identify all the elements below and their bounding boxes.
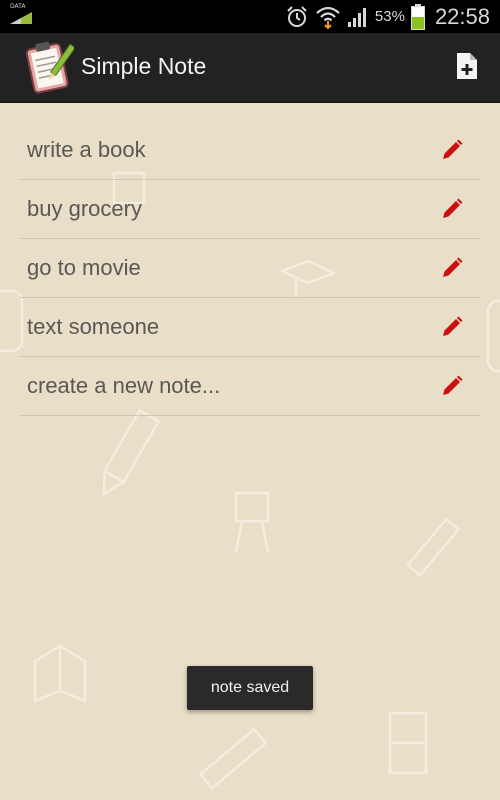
status-bar: DATA 53% 22:58: [0, 0, 500, 33]
note-label: write a book: [27, 137, 146, 162]
wifi-icon: [316, 6, 340, 29]
signal-icon: [347, 7, 366, 27]
note-label: buy grocery: [27, 196, 142, 221]
toast-message: note saved: [187, 666, 313, 710]
new-note-icon: [457, 53, 477, 79]
note-list: write a book buy grocery go to movie tex…: [20, 121, 480, 416]
create-note-item[interactable]: create a new note...: [20, 357, 480, 416]
clock: 22:58: [434, 3, 490, 29]
app-title: Simple Note: [81, 53, 207, 79]
list-item[interactable]: write a book: [20, 121, 480, 180]
mobile-data-indicator: DATA: [8, 3, 34, 27]
note-label: text someone: [27, 314, 160, 339]
list-item[interactable]: text someone: [20, 298, 480, 357]
clipboard-note-icon[interactable]: [22, 38, 74, 96]
battery-percent: 53%: [374, 8, 405, 25]
pencil-icon[interactable]: [441, 257, 463, 279]
list-item[interactable]: go to movie: [20, 239, 480, 298]
list-item[interactable]: buy grocery: [20, 180, 480, 239]
note-label: go to movie: [27, 255, 141, 280]
action-bar: Simple Note: [0, 33, 500, 103]
data-label: DATA: [10, 3, 26, 10]
alarm-icon: [287, 5, 307, 27]
pencil-icon[interactable]: [441, 198, 463, 220]
battery-icon: [410, 3, 425, 30]
pencil-icon[interactable]: [441, 139, 463, 161]
new-note-button[interactable]: [450, 49, 484, 83]
pencil-icon[interactable]: [441, 375, 463, 397]
data-signal-icon: [10, 12, 32, 24]
status-icons: 53% 22:58: [285, 0, 490, 33]
pencil-icon[interactable]: [441, 316, 463, 338]
note-label: create a new note...: [27, 373, 221, 398]
